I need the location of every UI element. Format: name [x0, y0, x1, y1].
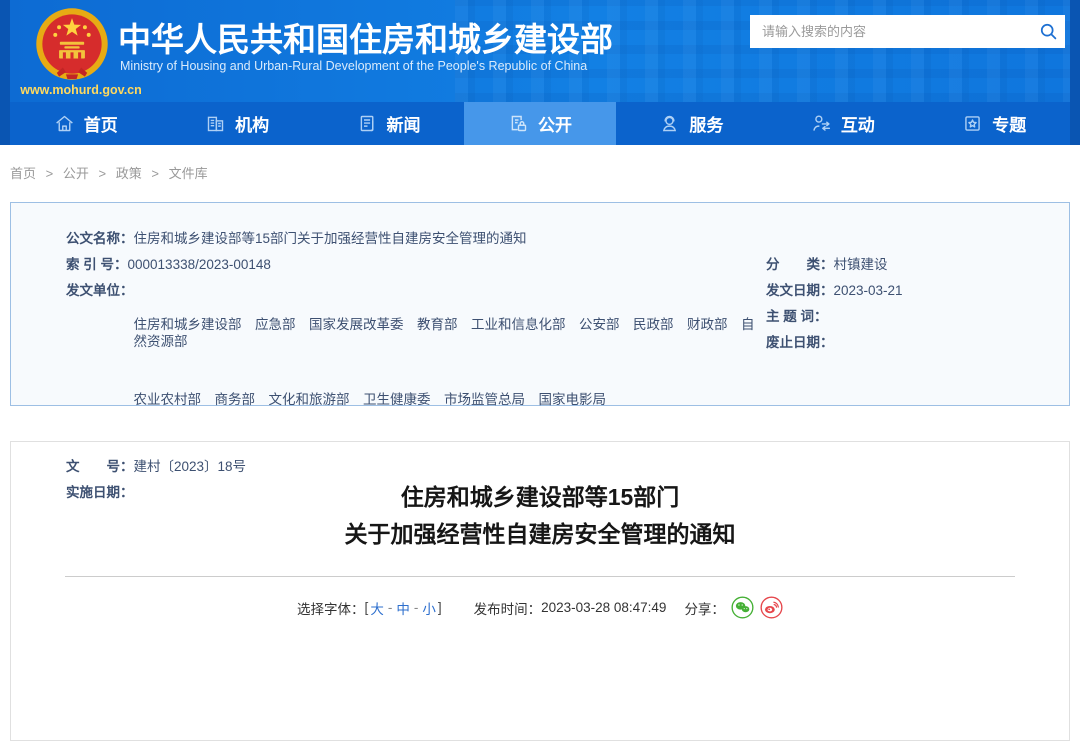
search-icon[interactable] — [1031, 22, 1065, 41]
bracket-close: ] — [437, 600, 442, 615]
home-icon — [55, 115, 73, 132]
nav-label: 首页 — [83, 116, 118, 135]
meta-label: 废止日期： — [766, 335, 834, 350]
search-input[interactable] — [750, 24, 1031, 39]
breadcrumb-link[interactable]: 政策 — [116, 166, 142, 181]
meta-label: 实施日期： — [66, 485, 134, 500]
meta-row-issuing-units: 发文单位： 住房和城乡建设部 应急部 国家发展改革委 教育部 工业和信息化部 公… — [66, 282, 766, 449]
main-nav: 首页 机构 新闻 公开 服务 互动 专题 — [10, 102, 1070, 145]
article-info-row: 选择字体： [ 大 - 中 - 小 ] 发布时间： 2023-03-28 08:… — [11, 596, 1069, 619]
bracket-open: [ — [364, 600, 369, 615]
meta-row-repeal-date: 废止日期： — [766, 334, 1069, 351]
meta-label: 索 引 号： — [66, 257, 128, 272]
meta-value: 000013338/2023-00148 — [127, 257, 271, 272]
nav-item-interaction[interactable]: 互动 — [767, 102, 918, 145]
publish-time-label: 发布时间： — [473, 601, 542, 617]
meta-value: 建村〔2023〕18号 — [133, 459, 247, 474]
font-size-small-button[interactable]: 小 — [422, 598, 436, 618]
nav-item-disclosure[interactable]: 公开 — [464, 102, 616, 145]
meta-label: 主 题 词： — [766, 309, 828, 324]
meta-row-doc-number: 文 号： 建村〔2023〕18号 — [66, 458, 766, 475]
topics-icon — [965, 116, 980, 131]
meta-value: 村镇建设 — [833, 257, 888, 272]
breadcrumb-separator: > — [98, 166, 107, 181]
nav-label: 互动 — [840, 116, 875, 135]
font-size-separator: - — [387, 600, 393, 615]
meta-value: 住房和城乡建设部 应急部 国家发展改革委 教育部 工业和信息化部 公安部 民政部… — [134, 282, 767, 449]
nav-item-topics[interactable]: 专题 — [919, 102, 1070, 145]
nav-item-service[interactable]: 服务 — [616, 102, 767, 145]
site-subtitle: Ministry of Housing and Urban-Rural Deve… — [120, 59, 588, 73]
top-area: www.mohurd.gov.cn 中华人民共和国住房和城乡建设部 Minist… — [0, 0, 1080, 145]
nav-label: 服务 — [689, 116, 724, 135]
disclosure-icon — [511, 115, 527, 132]
national-emblem-icon — [36, 8, 108, 80]
publish-time-group: 发布时间： 2023-03-28 08:47:49 — [474, 598, 667, 618]
meta-row-subject: 主 题 词： — [766, 308, 1069, 325]
breadcrumb-separator: > — [151, 166, 159, 181]
nav-label: 机构 — [235, 116, 270, 135]
font-size-label: 选择字体： — [297, 601, 365, 617]
wechat-share-icon[interactable] — [731, 596, 754, 619]
meta-label: 文 号： — [66, 459, 134, 474]
nav-item-organization[interactable]: 机构 — [161, 102, 312, 145]
document-meta-panel: 公文名称： 住房和城乡建设部等15部门关于加强经营性自建房安全管理的通知 索 引… — [10, 202, 1070, 500]
interaction-icon — [813, 115, 830, 131]
site-url: www.mohurd.gov.cn — [20, 83, 142, 97]
title-divider — [65, 576, 1015, 577]
share-label: 分享： — [684, 601, 725, 617]
nav-label: 专题 — [992, 116, 1027, 135]
meta-row-index: 索 引 号： 000013338/2023-00148 — [66, 256, 766, 273]
search-box — [750, 15, 1065, 48]
meta-label: 分 类： — [766, 257, 834, 272]
meta-row-category: 分 类： 村镇建设 — [766, 256, 1069, 273]
meta-label: 公文名称： — [66, 231, 134, 246]
meta-label: 发文日期： — [766, 283, 834, 298]
site-header: www.mohurd.gov.cn 中华人民共和国住房和城乡建设部 Minist… — [10, 0, 1070, 102]
breadcrumb-link[interactable]: 首页 — [10, 166, 36, 181]
meta-value: 2023-03-21 — [833, 283, 903, 298]
service-icon — [663, 115, 677, 132]
share-group: 分享： — [684, 596, 783, 619]
breadcrumb: 首页 > 公开 > 政策 > 文件库 — [0, 145, 1080, 197]
organization-icon — [207, 116, 224, 132]
font-size-large-button[interactable]: 大 — [370, 598, 384, 618]
meta-label: 发文单位： — [66, 283, 134, 298]
breadcrumb-link[interactable]: 公开 — [63, 166, 89, 181]
breadcrumb-link[interactable]: 文件库 — [169, 166, 208, 181]
nav-item-news[interactable]: 新闻 — [313, 102, 464, 145]
weibo-share-icon[interactable] — [760, 596, 783, 619]
meta-left-column: 公文名称： 住房和城乡建设部等15部门关于加强经营性自建房安全管理的通知 索 引… — [66, 230, 766, 500]
breadcrumb-separator: > — [45, 166, 54, 181]
nav-item-home[interactable]: 首页 — [10, 102, 161, 145]
meta-value: 住房和城乡建设部等15部门关于加强经营性自建房安全管理的通知 — [133, 231, 527, 246]
site-title: 中华人民共和国住房和城乡建设部 — [118, 21, 613, 58]
meta-right-column: 分 类： 村镇建设 发文日期： 2023-03-21 主 题 词： 废止日期： — [766, 230, 1069, 405]
font-size-separator: - — [413, 600, 419, 615]
article-title-line2: 关于加强经营性自建房安全管理的通知 — [344, 521, 736, 547]
font-size-medium-button[interactable]: 中 — [396, 598, 410, 618]
font-size-selector: 选择字体： [ 大 - 中 - 小 ] — [297, 598, 442, 618]
issuing-units-line: 农业农村部 商务部 文化和旅游部 卫生健康委 市场监管总局 国家电影局 — [133, 392, 607, 407]
issuing-units-line: 住房和城乡建设部 应急部 国家发展改革委 教育部 工业和信息化部 公安部 民政部… — [133, 317, 755, 349]
publish-time-value: 2023-03-28 08:47:49 — [541, 600, 667, 615]
meta-row-issue-date: 发文日期： 2023-03-21 — [766, 282, 1069, 299]
nav-label: 新闻 — [386, 116, 421, 135]
news-icon — [360, 115, 373, 132]
nav-label: 公开 — [537, 116, 572, 135]
meta-row-doc-name: 公文名称： 住房和城乡建设部等15部门关于加强经营性自建房安全管理的通知 — [66, 230, 766, 247]
